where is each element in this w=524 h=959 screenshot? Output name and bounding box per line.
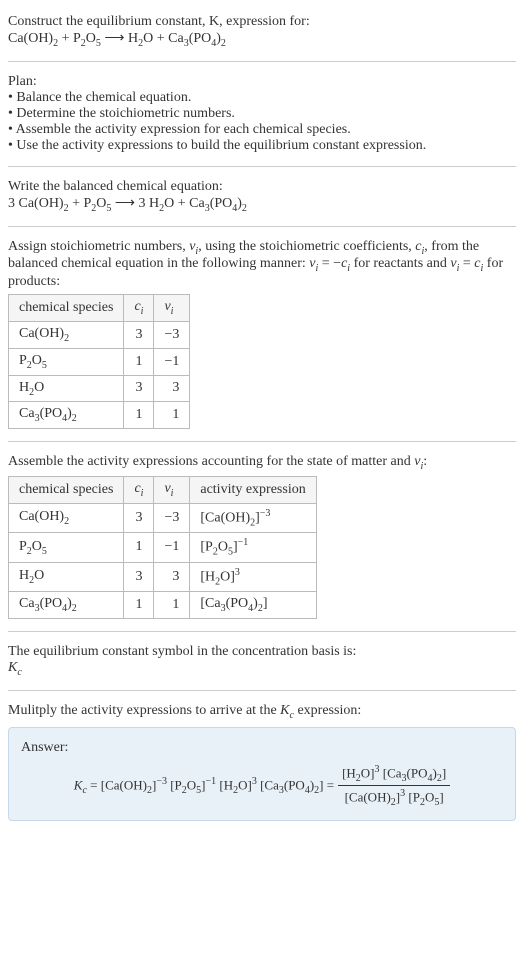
species-cell: Ca(OH)2 (9, 321, 124, 348)
nui-cell: 1 (154, 402, 190, 429)
activity-cell: [H2O]3 (190, 562, 316, 591)
col-activity: activity expression (190, 476, 316, 503)
assemble-section: Assemble the activity expressions accoun… (8, 454, 516, 619)
activity-table: chemical species ci νi activity expressi… (8, 476, 317, 619)
divider (8, 690, 516, 691)
col-ci: ci (124, 295, 154, 322)
stoich-table: chemical species ci νi Ca(OH)2 3 −3 P2O5… (8, 294, 190, 429)
kc-numerator: [H2O]3 [Ca3(PO4)2] (338, 764, 450, 787)
ci-cell: 1 (124, 402, 154, 429)
kc-left: Kc = [Ca(OH)2]−3 [P2O5]−1 [H2O]3 [Ca3(PO… (74, 776, 334, 796)
table-row: Ca(OH)2 3 −3 (9, 321, 190, 348)
divider (8, 441, 516, 442)
kc-symbol-section: The equilibrium constant symbol in the c… (8, 644, 516, 678)
kc-symbol: Kc (8, 660, 516, 678)
plan-bullet: • Determine the stoichiometric numbers. (8, 106, 516, 122)
ci-cell: 3 (124, 503, 154, 532)
kc-fraction: [H2O]3 [Ca3(PO4)2] [Ca(OH)2]3 [P2O5] (338, 764, 450, 809)
answer-box: Answer: Kc = [Ca(OH)2]−3 [P2O5]−1 [H2O]3… (8, 727, 516, 822)
answer-label: Answer: (21, 740, 503, 756)
table-row: P2O5 1 −1 (9, 348, 190, 375)
divider (8, 631, 516, 632)
species-cell: Ca3(PO4)2 (9, 592, 124, 619)
nui-cell: −3 (154, 503, 190, 532)
activity-cell: [P2O5]−1 (190, 533, 316, 562)
kc-symbol-text: The equilibrium constant symbol in the c… (8, 644, 516, 660)
species-cell: Ca(OH)2 (9, 503, 124, 532)
col-nui: νi (154, 476, 190, 503)
species-cell: Ca3(PO4)2 (9, 402, 124, 429)
divider (8, 61, 516, 62)
ci-cell: 1 (124, 592, 154, 619)
species-cell: H2O (9, 562, 124, 591)
nui-cell: −3 (154, 321, 190, 348)
col-species: chemical species (9, 295, 124, 322)
divider (8, 226, 516, 227)
table-row: Ca(OH)2 3 −3 [Ca(OH)2]−3 (9, 503, 317, 532)
table-header-row: chemical species ci νi (9, 295, 190, 322)
ci-cell: 1 (124, 533, 154, 562)
intro-equation: Ca(OH)2 + P2O5 ⟶ H2O + Ca3(PO4)2 (8, 30, 516, 49)
balanced-section: Write the balanced chemical equation: 3 … (8, 179, 516, 214)
multiply-section: Mulitply the activity expressions to arr… (8, 703, 516, 721)
plan-header: Plan: (8, 74, 516, 90)
balanced-equation: 3 Ca(OH)2 + P2O5 ⟶ 3 H2O + Ca3(PO4)2 (8, 195, 516, 214)
table-row: P2O5 1 −1 [P2O5]−1 (9, 533, 317, 562)
nui-cell: 1 (154, 592, 190, 619)
kc-expression: Kc = [Ca(OH)2]−3 [P2O5]−1 [H2O]3 [Ca3(PO… (21, 764, 503, 809)
species-cell: P2O5 (9, 348, 124, 375)
table-row: H2O 3 3 [H2O]3 (9, 562, 317, 591)
plan-bullet: • Assemble the activity expression for e… (8, 122, 516, 138)
divider (8, 166, 516, 167)
activity-cell: [Ca(OH)2]−3 (190, 503, 316, 532)
plan-bullet: • Balance the chemical equation. (8, 90, 516, 106)
nui-cell: −1 (154, 348, 190, 375)
col-nui: νi (154, 295, 190, 322)
plan-bullet: • Use the activity expressions to build … (8, 138, 516, 154)
col-ci: ci (124, 476, 154, 503)
nui-cell: −1 (154, 533, 190, 562)
kc-denominator: [Ca(OH)2]3 [P2O5] (341, 786, 448, 808)
ci-cell: 1 (124, 348, 154, 375)
species-cell: P2O5 (9, 533, 124, 562)
plan: Plan: • Balance the chemical equation. •… (8, 74, 516, 154)
table-row: H2O 3 3 (9, 375, 190, 402)
species-cell: H2O (9, 375, 124, 402)
table-row: Ca3(PO4)2 1 1 [Ca3(PO4)2] (9, 592, 317, 619)
assign-section: Assign stoichiometric numbers, νi, using… (8, 239, 516, 430)
activity-cell: [Ca3(PO4)2] (190, 592, 316, 619)
intro-line1: Construct the equilibrium constant, K, e… (8, 14, 516, 30)
table-header-row: chemical species ci νi activity expressi… (9, 476, 317, 503)
col-species: chemical species (9, 476, 124, 503)
nui-cell: 3 (154, 375, 190, 402)
ci-cell: 3 (124, 375, 154, 402)
table-row: Ca3(PO4)2 1 1 (9, 402, 190, 429)
ci-cell: 3 (124, 562, 154, 591)
ci-cell: 3 (124, 321, 154, 348)
balanced-header: Write the balanced chemical equation: (8, 179, 516, 195)
nui-cell: 3 (154, 562, 190, 591)
intro: Construct the equilibrium constant, K, e… (8, 14, 516, 49)
